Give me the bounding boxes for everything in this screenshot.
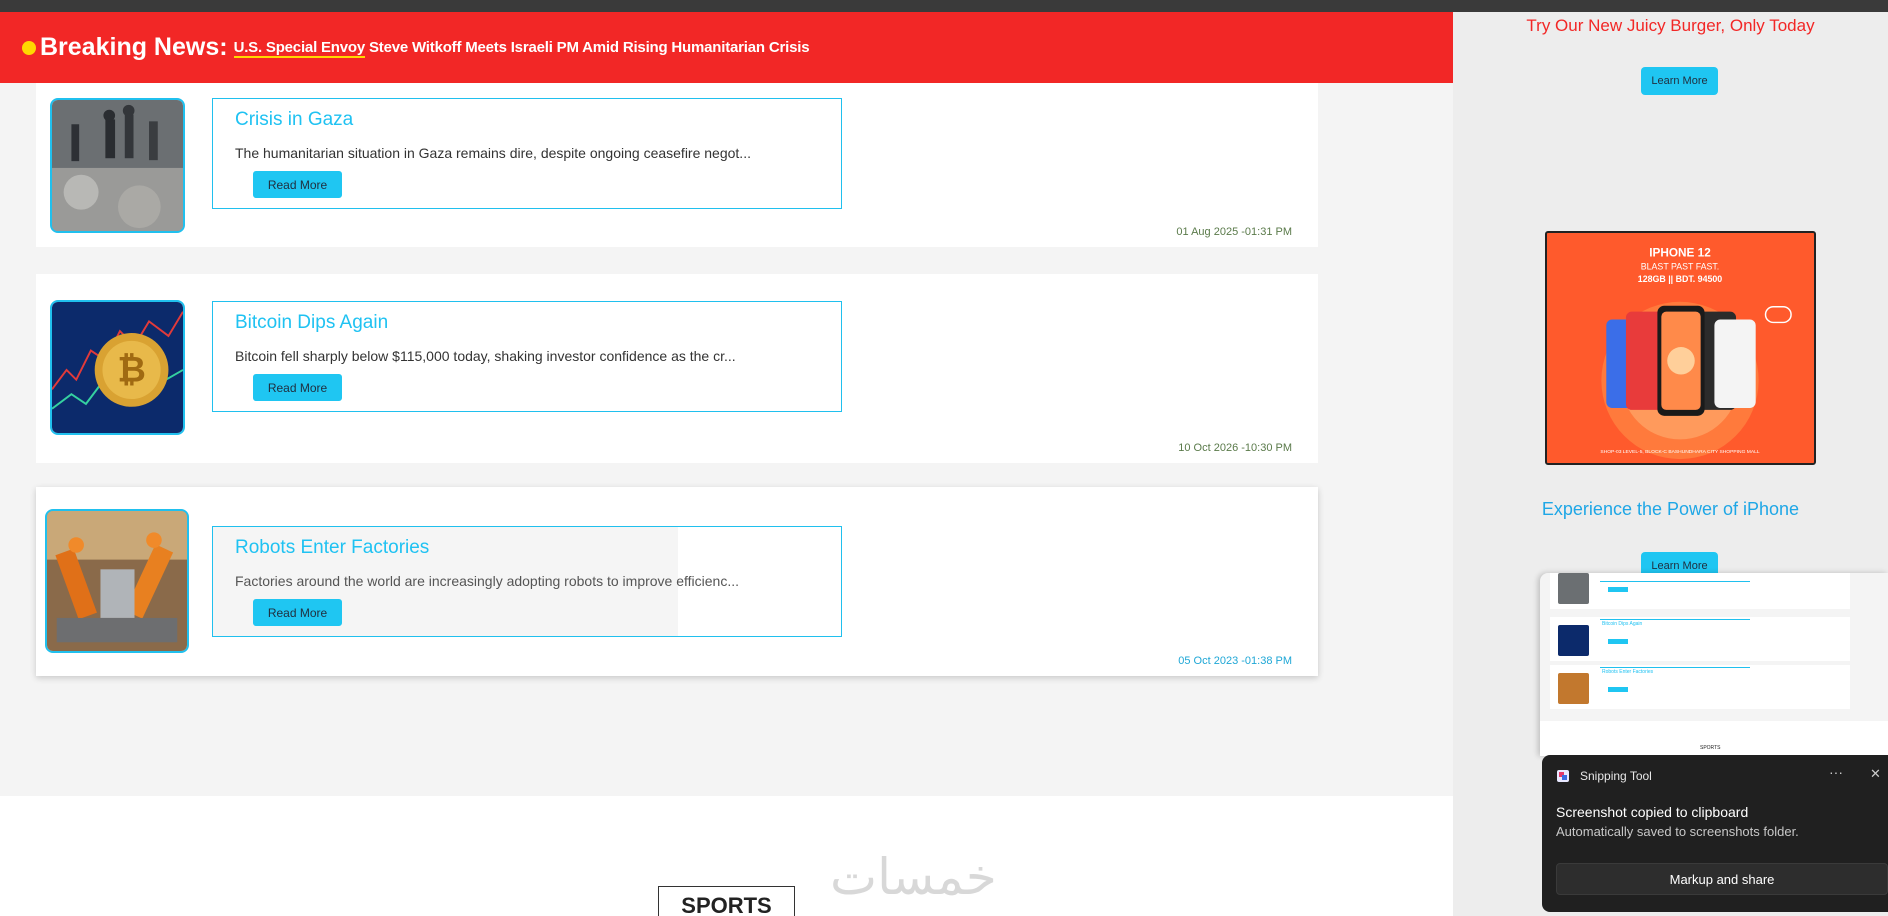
preview-thumb <box>1558 625 1589 656</box>
read-more-button[interactable]: Read More <box>253 374 342 401</box>
article-title[interactable]: Crisis in Gaza <box>235 109 353 131</box>
preview-row: Bitcoin Dips Again <box>1550 617 1850 661</box>
read-more-button[interactable]: Read More <box>253 599 342 626</box>
news-card: Crisis in Gaza The humanitarian situatio… <box>36 83 1318 247</box>
learn-more-button[interactable]: Learn More <box>1641 67 1718 95</box>
article-title[interactable]: Bitcoin Dips Again <box>235 312 388 334</box>
preview-row: Robots Enter Factories <box>1550 665 1850 709</box>
gaza-thumbnail[interactable] <box>50 98 185 233</box>
breaking-news-bar: Breaking News: U.S. Special Envoy Steve … <box>0 12 1453 83</box>
article-date: 10 Oct 2026 -10:30 PM <box>1178 442 1292 454</box>
preview-title: Bitcoin Dips Again <box>1602 621 1643 627</box>
snipping-toast[interactable]: Snipping Tool ··· ✕ Screenshot copied to… <box>1542 755 1888 912</box>
gaza-image-icon <box>52 100 183 231</box>
bitcoin-image-icon: ₿ <box>52 302 183 433</box>
preview-line <box>1600 619 1750 620</box>
markup-and-share-button[interactable]: Markup and share <box>1556 863 1888 895</box>
toast-app-name: Snipping Tool <box>1580 769 1652 783</box>
more-options-icon[interactable]: ··· <box>1829 764 1843 780</box>
article-description: The humanitarian situation in Gaza remai… <box>235 145 751 161</box>
news-card: ₿ Bitcoin Dips Again Bitcoin fell sharpl… <box>36 274 1318 463</box>
article-description: Bitcoin fell sharply below $115,000 toda… <box>235 348 736 364</box>
article-box: Crisis in Gaza The humanitarian situatio… <box>212 98 842 209</box>
snipping-tool-icon <box>1557 770 1569 782</box>
ad-line3: 128GB || BDT. 94500 <box>1638 274 1723 284</box>
news-card: Robots Enter Factories Factories around … <box>36 487 1318 676</box>
article-title[interactable]: Robots Enter Factories <box>235 537 429 559</box>
ad-iphone-title: Experience the Power of iPhone <box>1541 499 1800 519</box>
toast-title: Screenshot copied to clipboard <box>1556 804 1749 820</box>
article-description: Factories around the world are increasin… <box>235 573 740 589</box>
preview-button <box>1608 587 1628 592</box>
watermark-logo: خمسات <box>830 848 997 906</box>
article-box: Robots Enter Factories Factories around … <box>212 526 842 637</box>
sports-heading[interactable]: SPORTS <box>658 886 795 916</box>
bitcoin-thumbnail[interactable]: ₿ <box>50 300 185 435</box>
live-dot-icon <box>22 40 36 55</box>
article-date: 05 Oct 2023 -01:38 PM <box>1178 655 1292 667</box>
preview-title: Robots Enter Factories <box>1602 669 1654 675</box>
toast-subtitle: Automatically saved to screenshots folde… <box>1556 824 1799 839</box>
iphone-ad-graphic: IPHONE 12 BLAST PAST FAST. 128GB || BDT.… <box>1547 233 1814 463</box>
preview-sports: SPORTS <box>1700 745 1721 751</box>
iphone-ad-image[interactable]: IPHONE 12 BLAST PAST FAST. 128GB || BDT.… <box>1545 231 1816 465</box>
svg-text:₿: ₿ <box>117 351 145 391</box>
article-box: Bitcoin Dips Again Bitcoin fell sharply … <box>212 301 842 412</box>
preview-line <box>1600 667 1750 668</box>
breaking-headline[interactable]: U.S. Special Envoy Steve Witkoff Meets I… <box>233 39 810 58</box>
preview-line <box>1600 581 1750 582</box>
headline-rest[interactable]: Steve Witkoff Meets Israeli PM Amid Risi… <box>365 39 810 56</box>
ad-line1: IPHONE 12 <box>1649 247 1711 260</box>
robots-thumbnail[interactable] <box>45 509 189 653</box>
ad-line2: BLAST PAST FAST. <box>1641 261 1720 271</box>
article-date: 01 Aug 2025 -01:31 PM <box>1176 226 1292 238</box>
robots-image-icon <box>47 511 187 651</box>
preview-thumb <box>1558 573 1589 604</box>
screenshot-preview[interactable]: Bitcoin Dips Again Robots Enter Factorie… <box>1540 573 1888 756</box>
ad-burger-title: Try Our New Juicy Burger, Only Today <box>1526 16 1815 35</box>
preview-thumb <box>1558 673 1589 704</box>
ad-footer: SHOP-03 LEVEL-5, BLOCK-C BASHUNDHARA CIT… <box>1600 449 1759 455</box>
breaking-label: Breaking News: <box>40 33 228 61</box>
main-content: Breaking News: U.S. Special Envoy Steve … <box>0 12 1453 796</box>
preview-row <box>1550 573 1850 609</box>
preview-button <box>1608 639 1628 644</box>
preview-button <box>1608 687 1628 692</box>
browser-top-strip <box>0 0 1888 12</box>
read-more-button[interactable]: Read More <box>253 171 342 198</box>
close-icon[interactable]: ✕ <box>1870 766 1881 782</box>
headline-highlight[interactable]: U.S. Special Envoy <box>233 39 365 58</box>
